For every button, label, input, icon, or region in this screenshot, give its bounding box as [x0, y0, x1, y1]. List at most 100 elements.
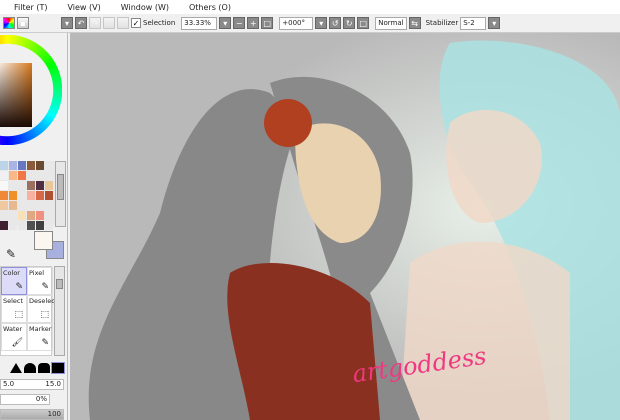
color-swatch[interactable]: [45, 161, 53, 170]
color-swatch[interactable]: [0, 211, 8, 220]
color-swatch[interactable]: [9, 171, 17, 180]
zoom-dropdown[interactable]: ▾: [219, 17, 232, 29]
stabilizer-dropdown[interactable]: ▾: [488, 17, 501, 29]
swatch-scrollbar[interactable]: [55, 161, 66, 227]
color-swatch[interactable]: [36, 211, 44, 220]
color-swatch[interactable]: [36, 191, 44, 200]
deselect-brush-icon: ⬚: [40, 310, 49, 320]
color-swatch[interactable]: [18, 191, 26, 200]
undo-button[interactable]: ↶: [75, 17, 87, 29]
color-swatch[interactable]: [45, 221, 53, 230]
brush-size-slider[interactable]: 5.0 15.0: [0, 379, 64, 390]
color-swatch[interactable]: [36, 201, 44, 210]
rotate-ccw-button[interactable]: ↺: [329, 17, 342, 29]
min-size-field[interactable]: 0%: [0, 394, 50, 405]
tool-pixel[interactable]: Pixel ✎: [27, 267, 53, 295]
color-swatch[interactable]: [36, 171, 44, 180]
tool-water[interactable]: Water 🖌: [1, 323, 27, 351]
tool-select[interactable]: Select ⬚: [1, 295, 27, 323]
color-swatch[interactable]: [45, 201, 53, 210]
tool-deselect[interactable]: Deselect ⬚: [27, 295, 57, 323]
tool-label: Marker: [29, 325, 52, 333]
color-swatch[interactable]: [9, 191, 17, 200]
color-swatch[interactable]: [0, 221, 8, 230]
density-slider[interactable]: 100: [0, 409, 64, 420]
rose: [264, 99, 312, 147]
zoom-reset-button[interactable]: □: [261, 17, 274, 29]
menu-others[interactable]: Others (O): [189, 3, 231, 12]
selection-checkbox[interactable]: ✓: [131, 18, 141, 28]
brush-shape-square-icon[interactable]: [51, 362, 65, 374]
flip-horizontal-button[interactable]: ⇆: [408, 17, 421, 29]
blend-mode-button[interactable]: Normal: [375, 16, 407, 30]
tool-label: Water: [3, 325, 23, 333]
menu-view[interactable]: View (V): [67, 3, 100, 12]
zoom-out-button[interactable]: −: [233, 17, 246, 29]
color-swatch[interactable]: [45, 181, 53, 190]
tool-label: Color: [3, 269, 20, 277]
color-swatch[interactable]: [45, 191, 53, 200]
tool-color[interactable]: Color ✎: [1, 267, 27, 295]
stabilizer-select[interactable]: S-2: [460, 16, 487, 30]
color-swatch[interactable]: [0, 171, 8, 180]
rotation-reset-button[interactable]: □: [357, 17, 370, 29]
color-swatch[interactable]: [45, 171, 53, 180]
primary-color[interactable]: [34, 231, 53, 250]
brush-shape-round-icon[interactable]: [24, 363, 36, 373]
color-swatch[interactable]: [0, 191, 8, 200]
color-swatch[interactable]: [0, 161, 8, 170]
deselect-button[interactable]: [103, 17, 115, 29]
color-swatch[interactable]: [18, 171, 26, 180]
toolbar: ▪ ▾ ↶ ↷ ✓ Selection 33.33% ▾ − + □ +000°…: [0, 14, 620, 33]
menu-filter[interactable]: Filter (T): [14, 3, 47, 12]
color-swatch[interactable]: [36, 221, 44, 230]
tool-scrollbar[interactable]: [54, 266, 65, 356]
color-swatch[interactable]: [9, 161, 17, 170]
color-swatch[interactable]: [0, 201, 8, 210]
color-swatch[interactable]: [27, 221, 35, 230]
zoom-field[interactable]: 33.33%: [181, 16, 218, 30]
color-swatch[interactable]: [18, 221, 26, 230]
color-swatch[interactable]: [9, 211, 17, 220]
redo-button[interactable]: ↷: [89, 17, 101, 29]
swatch-grid: [0, 161, 55, 230]
background-figure-body: [400, 241, 570, 420]
rotation-dropdown[interactable]: ▾: [315, 17, 328, 29]
brush-size-min: 5.0: [3, 380, 15, 388]
color-swatch[interactable]: [18, 201, 26, 210]
color-swatch[interactable]: [27, 211, 35, 220]
color-swatch[interactable]: [27, 161, 35, 170]
color-swatch[interactable]: [27, 181, 35, 190]
color-swatch[interactable]: [9, 201, 17, 210]
color-swatch[interactable]: [27, 191, 35, 200]
eyedropper-icon[interactable]: ✎: [6, 247, 16, 261]
brush-shape-sharp-icon[interactable]: [10, 363, 22, 373]
color-swatch[interactable]: [36, 181, 44, 190]
color-swatch[interactable]: [0, 181, 8, 190]
color-swatch[interactable]: [45, 211, 53, 220]
color-swatch[interactable]: [18, 211, 26, 220]
menu-window[interactable]: Window (W): [121, 3, 169, 12]
color-swatch[interactable]: [9, 221, 17, 230]
color-panel-toggle-icon[interactable]: [3, 17, 15, 29]
color-swatch[interactable]: [18, 181, 26, 190]
color-swatch[interactable]: [27, 201, 35, 210]
color-swatch[interactable]: [36, 161, 44, 170]
canvas[interactable]: artgoddess: [70, 33, 620, 420]
rotate-cw-button[interactable]: ↻: [343, 17, 356, 29]
marker-icon: ✎: [41, 338, 49, 348]
zoom-in-button[interactable]: +: [247, 17, 260, 29]
brush-shape-selector: [10, 362, 65, 374]
selection-label: Selection: [143, 19, 176, 27]
color-swatch[interactable]: [9, 181, 17, 190]
color-swatch[interactable]: [27, 171, 35, 180]
invert-selection-button[interactable]: [117, 17, 129, 29]
rotation-field[interactable]: +000°: [279, 16, 314, 30]
tool-marker[interactable]: Marker ✎: [27, 323, 53, 351]
layer-panel-toggle-icon[interactable]: ▪: [17, 17, 29, 29]
brush-size-value: 15.0: [45, 380, 61, 388]
brush-shape-flat-icon[interactable]: [38, 363, 50, 373]
dropdown-button[interactable]: ▾: [61, 17, 73, 29]
color-swatch[interactable]: [18, 161, 26, 170]
saturation-value-square[interactable]: [0, 63, 32, 127]
